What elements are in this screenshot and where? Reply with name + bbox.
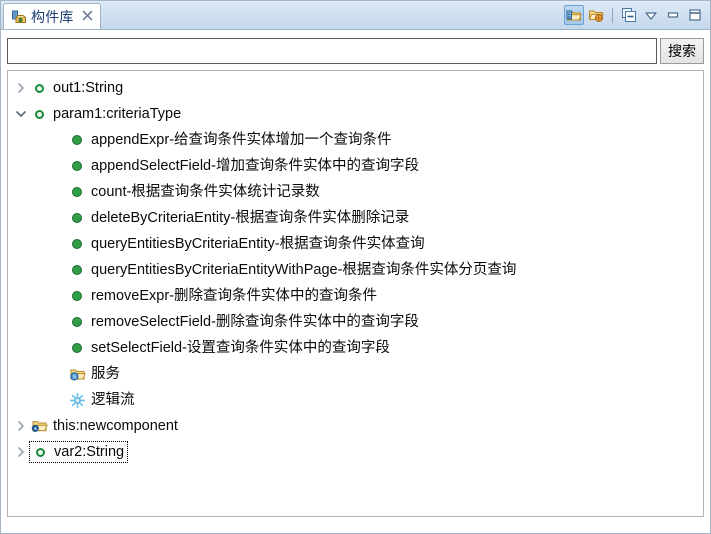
service-folder-icon: S [68, 365, 86, 383]
component-library-view: 构件库 搜索 out1:String param1:criteriaType a… [0, 0, 711, 534]
method-icon [68, 261, 86, 279]
method-icon [68, 209, 86, 227]
tree-item-label: var2:String [54, 444, 125, 460]
search-input[interactable] [7, 38, 657, 64]
method-icon [68, 131, 86, 149]
show-services-button[interactable] [586, 5, 606, 25]
tab-component-library[interactable]: 构件库 [3, 3, 101, 29]
minimize-button[interactable] [663, 5, 683, 25]
tree-item-label: setSelectField-设置查询条件实体中的查询字段 [91, 340, 390, 356]
search-button[interactable]: 搜索 [660, 38, 704, 64]
tree-item-label: count-根据查询条件实体统计记录数 [91, 184, 320, 200]
svg-text:S: S [72, 374, 76, 380]
variable-icon [31, 443, 49, 461]
tree-item-content: out1:String [30, 79, 123, 97]
component-tree-panel[interactable]: out1:String param1:criteriaType appendExpr… [7, 70, 704, 517]
tree-item[interactable]: this:newcomponent [8, 413, 703, 439]
method-icon [68, 183, 86, 201]
collapse-all-button[interactable] [619, 5, 639, 25]
tree-item[interactable]: appendExpr-给查询条件实体增加一个查询条件 [8, 127, 703, 153]
tree-item-content: count-根据查询条件实体统计记录数 [68, 183, 320, 201]
tree-item-label: appendSelectField-增加查询条件实体中的查询字段 [91, 158, 419, 174]
chevron-down-icon[interactable] [12, 101, 30, 127]
chevron-right-icon[interactable] [12, 413, 30, 439]
tree-item[interactable]: S 服务 [8, 361, 703, 387]
variable-icon [30, 105, 48, 123]
view-tabbar: 构件库 [1, 1, 710, 30]
maximize-button[interactable] [685, 5, 705, 25]
tree-item-content: deleteByCriteriaEntity-根据查询条件实体删除记录 [68, 209, 409, 227]
tree-item[interactable]: setSelectField-设置查询条件实体中的查询字段 [8, 335, 703, 361]
tree-item-label: removeExpr-删除查询条件实体中的查询条件 [91, 288, 377, 304]
tree-item-content: removeSelectField-删除查询条件实体中的查询字段 [68, 313, 419, 331]
method-icon [68, 235, 86, 253]
show-components-button[interactable] [564, 5, 584, 25]
view-menu-button[interactable] [641, 5, 661, 25]
tree-item-label: deleteByCriteriaEntity-根据查询条件实体删除记录 [91, 210, 410, 226]
tree-item-label: out1:String [53, 80, 124, 96]
tree-item-label: 服务 [91, 366, 120, 382]
logic-flow-icon [68, 391, 86, 409]
tree-item[interactable]: param1:criteriaType [8, 101, 703, 127]
tree-item-content: S 服务 [68, 365, 120, 383]
tree-item-label: param1:criteriaType [53, 106, 182, 122]
tab-label: 构件库 [31, 8, 74, 25]
chevron-right-icon[interactable] [12, 75, 30, 101]
tree-item[interactable]: queryEntitiesByCriteriaEntity-根据查询条件实体查询 [8, 231, 703, 257]
component-library-icon [11, 9, 27, 25]
tree-item[interactable]: deleteByCriteriaEntity-根据查询条件实体删除记录 [8, 205, 703, 231]
component-tree: out1:String param1:criteriaType appendExpr… [8, 71, 703, 465]
tree-item[interactable]: 逻辑流 [8, 387, 703, 413]
tree-item[interactable]: removeSelectField-删除查询条件实体中的查询字段 [8, 309, 703, 335]
tree-item-content: queryEntitiesByCriteriaEntity-根据查询条件实体查询 [68, 235, 425, 253]
tree-item-content: 逻辑流 [68, 391, 135, 409]
tree-item-content: this:newcomponent [30, 417, 178, 435]
search-row: 搜索 [1, 30, 710, 70]
tree-item-label: 逻辑流 [91, 392, 135, 408]
method-icon [68, 157, 86, 175]
view-toolbar [564, 1, 710, 29]
tree-item[interactable]: appendSelectField-增加查询条件实体中的查询字段 [8, 153, 703, 179]
component-folder-icon [30, 417, 48, 435]
tree-item-content: removeExpr-删除查询条件实体中的查询条件 [68, 287, 377, 305]
toolbar-separator [612, 7, 613, 23]
tree-item[interactable]: out1:String [8, 75, 703, 101]
tree-item-label: queryEntitiesByCriteriaEntityWithPage-根据… [91, 262, 517, 278]
tree-item-label: queryEntitiesByCriteriaEntity-根据查询条件实体查询 [91, 236, 425, 252]
method-icon [68, 313, 86, 331]
tabbar-spacer [101, 1, 564, 29]
tree-item-content: var2:String [28, 441, 129, 463]
tree-item-content: appendSelectField-增加查询条件实体中的查询字段 [68, 157, 419, 175]
tree-item[interactable]: count-根据查询条件实体统计记录数 [8, 179, 703, 205]
tree-item-label: removeSelectField-删除查询条件实体中的查询字段 [91, 314, 419, 330]
method-icon [68, 287, 86, 305]
tree-item[interactable]: removeExpr-删除查询条件实体中的查询条件 [8, 283, 703, 309]
chevron-right-icon[interactable] [12, 439, 30, 465]
tree-item-content: queryEntitiesByCriteriaEntityWithPage-根据… [68, 261, 516, 279]
tree-item-content: setSelectField-设置查询条件实体中的查询字段 [68, 339, 390, 357]
tree-item[interactable]: var2:String [8, 439, 703, 465]
tree-item-content: appendExpr-给查询条件实体增加一个查询条件 [68, 131, 392, 149]
tree-item-content: param1:criteriaType [30, 105, 181, 123]
tree-item[interactable]: queryEntitiesByCriteriaEntityWithPage-根据… [8, 257, 703, 283]
variable-icon [30, 79, 48, 97]
close-icon[interactable] [81, 10, 94, 23]
tree-item-label: appendExpr-给查询条件实体增加一个查询条件 [91, 132, 392, 148]
method-icon [68, 339, 86, 357]
tree-item-label: this:newcomponent [53, 418, 178, 434]
